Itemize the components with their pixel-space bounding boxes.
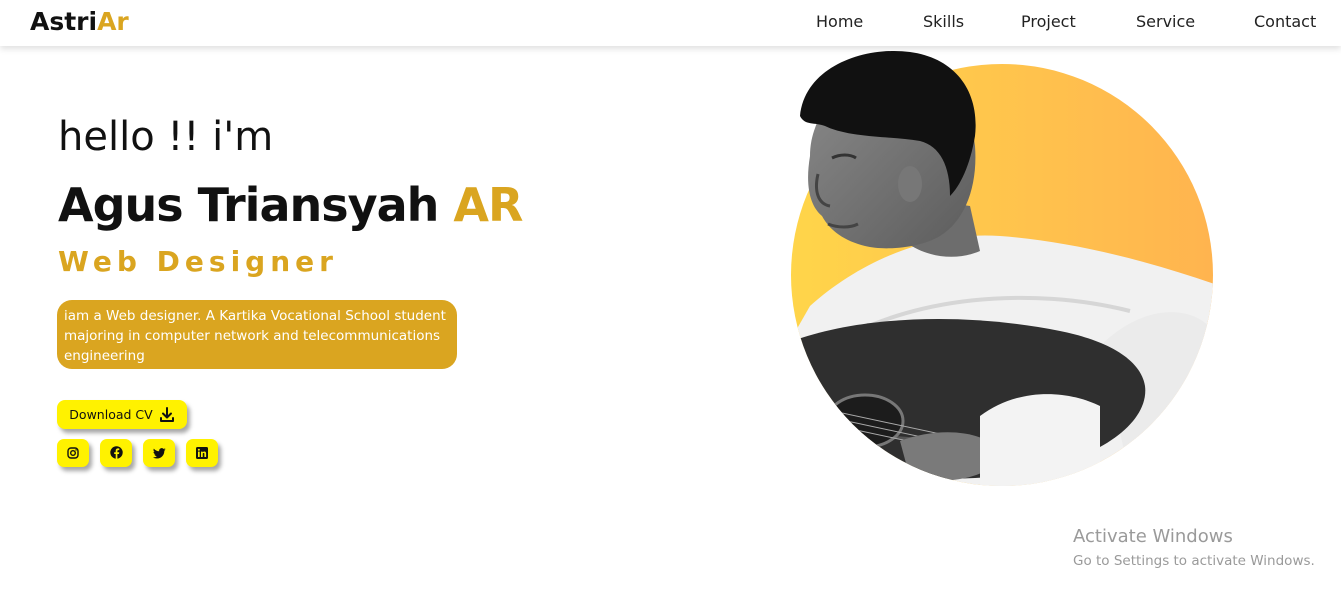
nav-link-home[interactable]: Home bbox=[816, 12, 863, 31]
watermark-title: Activate Windows bbox=[1073, 526, 1233, 547]
download-cv-button[interactable]: Download CV bbox=[57, 400, 187, 429]
nav-link-project[interactable]: Project bbox=[1021, 12, 1076, 31]
facebook-button[interactable] bbox=[100, 439, 132, 467]
download-cv-label: Download CV bbox=[69, 407, 153, 422]
nav-link-service[interactable]: Service bbox=[1136, 12, 1195, 31]
watermark-subtitle: Go to Settings to activate Windows. bbox=[1073, 553, 1315, 569]
hero-greeting: hello !! i'm bbox=[58, 114, 274, 160]
twitter-icon bbox=[152, 444, 166, 463]
hero-role: Web Designer bbox=[58, 245, 338, 278]
linkedin-icon bbox=[196, 444, 208, 463]
nav-link-skills[interactable]: Skills bbox=[923, 12, 964, 31]
nav-link-contact[interactable]: Contact bbox=[1254, 12, 1316, 31]
hero-description: iam a Web designer. A Kartika Vocational… bbox=[57, 300, 457, 369]
top-navbar: AstriAr Home Skills Project Service Cont… bbox=[0, 0, 1341, 46]
download-icon bbox=[159, 406, 175, 423]
instagram-icon bbox=[67, 444, 79, 463]
nav-menu: Home Skills Project Service Contact bbox=[0, 12, 1341, 34]
linkedin-button[interactable] bbox=[186, 439, 218, 467]
hero-portrait bbox=[770, 46, 1230, 496]
hero-name-accent: AR bbox=[453, 178, 523, 232]
facebook-icon bbox=[109, 444, 123, 463]
windows-activation-watermark: Activate Windows Go to Settings to activ… bbox=[1073, 526, 1315, 571]
hero-name-main: Agus Triansyah bbox=[58, 178, 439, 232]
hero-name: Agus Triansyah AR bbox=[58, 178, 523, 232]
twitter-button[interactable] bbox=[143, 439, 175, 467]
instagram-button[interactable] bbox=[57, 439, 89, 467]
